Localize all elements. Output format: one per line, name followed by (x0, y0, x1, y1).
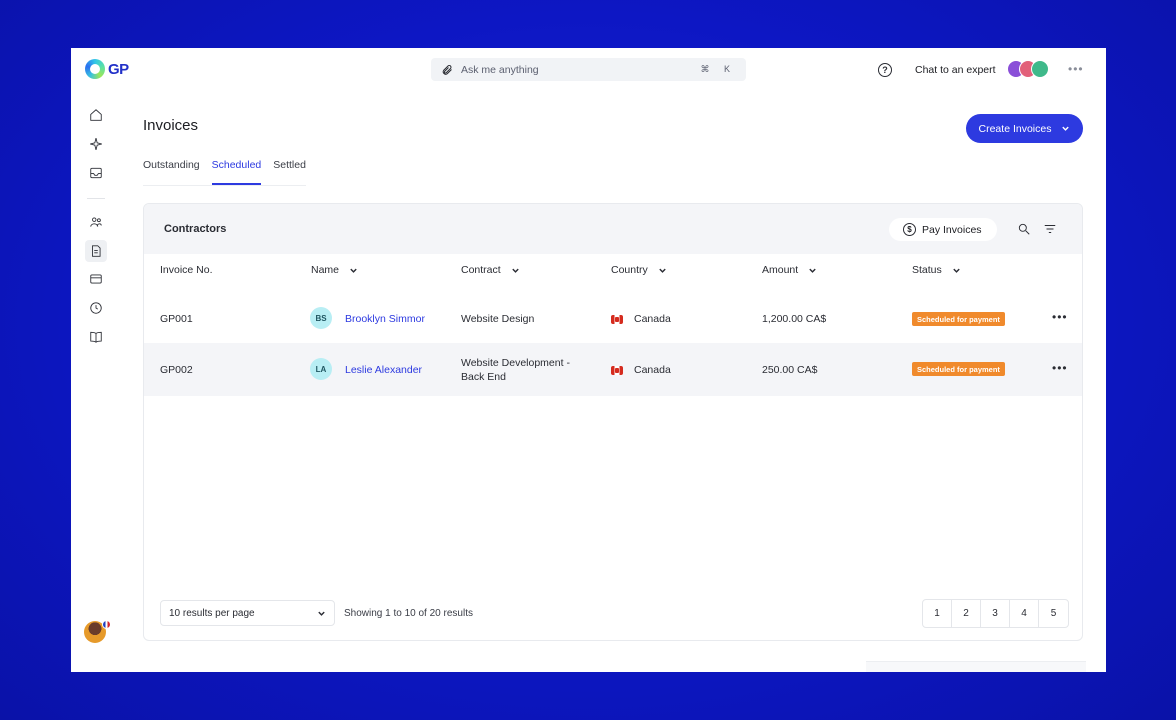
avatar: LA (310, 358, 332, 380)
table-footer: 10 results per page Showing 1 to 10 of 2… (144, 599, 1082, 629)
search-input[interactable] (461, 63, 693, 76)
chevron-down-icon (1062, 126, 1070, 131)
search-bar[interactable]: ⌘ K (431, 58, 746, 81)
chevron-down-icon (659, 268, 666, 273)
page-button-4[interactable]: 4 (1010, 600, 1039, 627)
column-invoice-no[interactable]: Invoice No. (160, 264, 213, 276)
sparkle-icon[interactable] (88, 136, 104, 152)
contractors-card: Contractors $ Pay Invoices Invoice No. N… (143, 203, 1083, 641)
paperclip-icon (442, 64, 452, 75)
contract-name: Website Design (461, 313, 535, 325)
contract-name-line1: Website Development - (461, 357, 570, 369)
page-button-2[interactable]: 2 (952, 600, 981, 627)
help-icon[interactable]: ? (878, 63, 892, 77)
chevron-down-icon (318, 611, 325, 616)
card-title: Contractors (164, 223, 227, 235)
column-label: Invoice No. (160, 264, 213, 276)
create-invoices-button[interactable]: Create Invoices (966, 114, 1083, 143)
column-country[interactable]: Country (611, 264, 667, 276)
status-badge: Scheduled for payment (912, 312, 1005, 326)
contractor-name-link[interactable]: Brooklyn Simmor (345, 313, 425, 325)
app-window: GP ⌘ K ? Chat to an expert ••• Invoices (71, 48, 1106, 672)
tab-outstanding[interactable]: Outstanding (143, 159, 200, 185)
card-icon[interactable] (88, 271, 104, 287)
logo[interactable]: GP (85, 59, 129, 79)
pay-invoices-label: Pay Invoices (922, 223, 982, 236)
column-name[interactable]: Name (311, 264, 358, 276)
sidebar-divider (87, 198, 105, 199)
more-icon[interactable]: ••• (1068, 62, 1084, 76)
per-page-value: 10 results per page (169, 607, 255, 619)
bottom-strip (866, 661, 1086, 672)
pagination: 1 2 3 4 5 (922, 599, 1069, 628)
chevron-down-icon (350, 268, 357, 273)
invoice-number: GP001 (160, 313, 193, 325)
page-button-1[interactable]: 1 (923, 600, 952, 627)
shortcut-hint: ⌘ K (700, 64, 736, 74)
people-icon[interactable] (88, 214, 104, 230)
country-name: Canada (634, 364, 671, 376)
column-label: Amount (762, 264, 799, 276)
tab-settled[interactable]: Settled (273, 159, 306, 185)
filter-icon[interactable] (1043, 222, 1057, 241)
home-icon[interactable] (88, 107, 104, 123)
chat-expert-link[interactable]: Chat to an expert (915, 64, 996, 76)
card-header: Contractors $ Pay Invoices (144, 204, 1082, 254)
column-label: Status (912, 264, 942, 276)
canada-flag-icon (611, 315, 623, 324)
language-flag-icon[interactable] (102, 620, 111, 629)
column-contract[interactable]: Contract (461, 264, 520, 276)
search-icon[interactable] (1017, 222, 1031, 241)
create-invoices-label: Create Invoices (978, 122, 1052, 135)
invoice-icon[interactable] (85, 240, 107, 262)
page-button-5[interactable]: 5 (1039, 600, 1068, 627)
chevron-down-icon (511, 268, 519, 273)
table-row[interactable]: GP001 BS Brooklyn Simmor Website Design … (144, 294, 1082, 343)
page-title: Invoices (143, 117, 199, 134)
clock-icon[interactable] (88, 300, 104, 316)
dollar-icon: $ (903, 223, 916, 236)
column-amount[interactable]: Amount (762, 264, 817, 276)
chevron-down-icon (809, 268, 816, 273)
contract-name-line2: Back End (461, 371, 506, 383)
page-button-3[interactable]: 3 (981, 600, 1010, 627)
invoice-number: GP002 (160, 364, 193, 376)
logo-icon (85, 59, 105, 79)
invoice-tabs: Outstanding Scheduled Settled (143, 159, 306, 186)
table-header: Invoice No. Name Contract Country Amount… (144, 264, 1082, 284)
book-icon[interactable] (88, 329, 104, 345)
chevron-down-icon (953, 268, 960, 273)
column-status[interactable]: Status (912, 264, 961, 276)
column-label: Country (611, 264, 648, 276)
avatar (1031, 60, 1049, 78)
amount: 1,200.00 CA$ (762, 313, 827, 325)
column-label: Name (311, 264, 340, 276)
more-icon[interactable]: ••• (1052, 361, 1068, 375)
more-icon[interactable]: ••• (1052, 310, 1068, 324)
amount: 250.00 CA$ (762, 364, 818, 376)
expert-avatars[interactable] (1007, 60, 1049, 78)
results-summary: Showing 1 to 10 of 20 results (344, 608, 473, 619)
contractor-name-link[interactable]: Leslie Alexander (345, 364, 422, 376)
results-per-page-select[interactable]: 10 results per page (160, 600, 335, 626)
status-badge: Scheduled for payment (912, 362, 1005, 376)
pay-invoices-button[interactable]: $ Pay Invoices (889, 218, 997, 241)
canada-flag-icon (611, 366, 623, 375)
country-name: Canada (634, 313, 671, 325)
inbox-icon[interactable] (88, 165, 104, 181)
table-row[interactable]: GP002 LA Leslie Alexander Website Develo… (144, 343, 1082, 396)
avatar: BS (310, 307, 332, 329)
tab-scheduled[interactable]: Scheduled (211, 159, 262, 185)
logo-text: GP (108, 60, 129, 78)
column-label: Contract (461, 264, 501, 276)
